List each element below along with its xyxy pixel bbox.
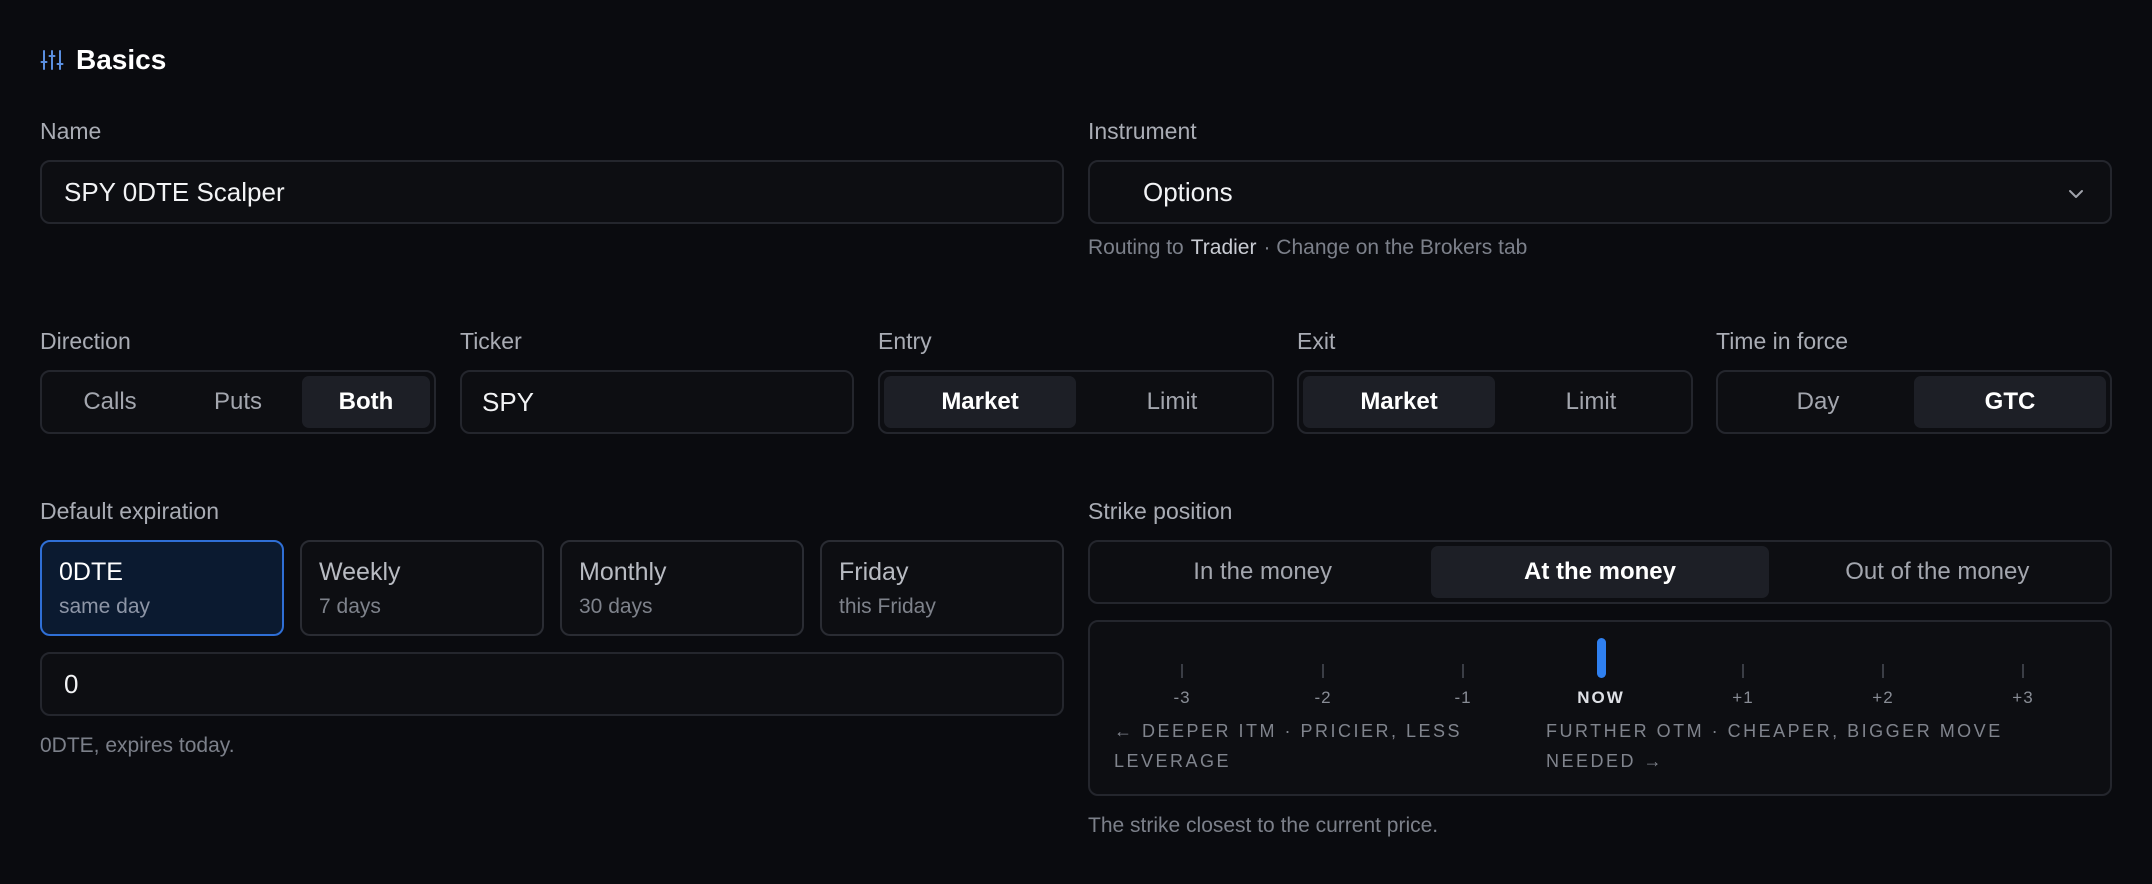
entry-segmented: Market Limit	[878, 370, 1274, 434]
instrument-helper: Routing to Tradier · Change on the Broke…	[1088, 236, 1527, 260]
exit-segmented: Market Limit	[1297, 370, 1693, 434]
time-in-force-option-gtc[interactable]: GTC	[1914, 376, 2106, 428]
expiration-card-title: Monthly	[579, 558, 667, 586]
entry-option-limit[interactable]: Limit	[1076, 376, 1268, 428]
instrument-helper-suffix: · Change on the Brokers tab	[1263, 236, 1528, 259]
scale-tick	[1181, 664, 1183, 678]
expiration-days-input[interactable]: 0	[40, 652, 1064, 716]
expiration-card-title: 0DTE	[59, 558, 123, 586]
section-header: Basics	[40, 44, 166, 76]
scale-tick	[1322, 664, 1324, 678]
scale-note-otm: FURTHER OTM · CHEAPER, BIGGER MOVE NEEDE…	[1546, 721, 2003, 771]
strike-option-otm[interactable]: Out of the money	[1769, 546, 2106, 598]
time-in-force-segmented: Day GTC	[1716, 370, 2112, 434]
time-in-force-option-day[interactable]: Day	[1722, 376, 1914, 428]
scale-tick-label-now: NOW	[1577, 688, 1625, 707]
name-input[interactable]: SPY 0DTE Scalper	[40, 160, 1064, 224]
instrument-select[interactable]: Options	[1088, 160, 2112, 224]
expiration-helper: 0DTE, expires today.	[40, 734, 235, 757]
direction-segmented: Calls Puts Both	[40, 370, 436, 434]
scale-tick-label: -3	[1173, 688, 1191, 707]
scale-tick	[1882, 664, 1884, 678]
expiration-days-value: 0	[64, 668, 79, 699]
scale-tick	[1462, 664, 1464, 678]
strike-option-atm[interactable]: At the money	[1431, 546, 1769, 598]
expiration-card-monthly[interactable]: Monthly 30 days	[560, 540, 804, 636]
ticker-input-value: SPY	[482, 386, 535, 417]
expiration-label: Default expiration	[40, 498, 219, 524]
scale-tick-label: -1	[1454, 688, 1472, 707]
expiration-card-weekly[interactable]: Weekly 7 days	[300, 540, 544, 636]
exit-label: Exit	[1297, 328, 1336, 354]
instrument-select-value: Options	[1143, 176, 1233, 207]
expiration-card-sub: 7 days	[319, 595, 381, 618]
section-title: Basics	[76, 44, 167, 75]
scale-tick-label: +3	[2012, 688, 2034, 707]
instrument-label: Instrument	[1088, 118, 1197, 144]
scale-tick	[2022, 664, 2024, 678]
direction-option-calls[interactable]: Calls	[46, 376, 174, 428]
strike-label: Strike position	[1088, 498, 1233, 524]
exit-option-limit[interactable]: Limit	[1495, 376, 1687, 428]
expiration-card-sub: same day	[59, 595, 151, 618]
scale-tick-label: +1	[1732, 688, 1754, 707]
ticker-label: Ticker	[460, 328, 522, 354]
expiration-card-sub: this Friday	[839, 595, 936, 618]
strike-helper: The strike closest to the current price.	[1088, 814, 1439, 837]
exit-option-market[interactable]: Market	[1303, 376, 1495, 428]
direction-option-both[interactable]: Both	[302, 376, 430, 428]
entry-option-market[interactable]: Market	[884, 376, 1076, 428]
direction-option-puts[interactable]: Puts	[174, 376, 302, 428]
broker-name: Tradier	[1190, 236, 1257, 259]
entry-label: Entry	[878, 328, 932, 354]
strike-segmented: In the money At the money Out of the mon…	[1088, 540, 2112, 604]
expiration-card-sub: 30 days	[579, 595, 653, 618]
expiration-card-title: Friday	[839, 558, 909, 586]
instrument-helper-prefix: Routing to	[1088, 236, 1184, 259]
scale-tick-label: -2	[1314, 688, 1332, 707]
name-input-value: SPY 0DTE Scalper	[64, 176, 285, 207]
expiration-card-title: Weekly	[319, 558, 401, 586]
sliders-icon	[40, 48, 64, 72]
expiration-card-friday[interactable]: Friday this Friday	[820, 540, 1064, 636]
direction-label: Direction	[40, 328, 131, 354]
scale-tick-label: +2	[1872, 688, 1894, 707]
scale-note-itm: ← DEEPER ITM · PRICIER, LESS LEVERAGE	[1114, 721, 1463, 771]
scale-tick	[1742, 664, 1744, 678]
strike-position-marker[interactable]	[1597, 638, 1606, 678]
expiration-card-0dte[interactable]: 0DTE same day	[40, 540, 284, 636]
strike-scale-panel: -3 -2 -1 NOW +1 +2 +3 ← DEEPER ITM · PRI…	[1088, 620, 2112, 796]
time-in-force-label: Time in force	[1716, 328, 1849, 354]
name-label: Name	[40, 118, 102, 144]
strike-option-itm[interactable]: In the money	[1094, 546, 1431, 598]
chevron-down-icon	[2066, 184, 2086, 209]
ticker-input[interactable]: SPY	[460, 370, 854, 434]
